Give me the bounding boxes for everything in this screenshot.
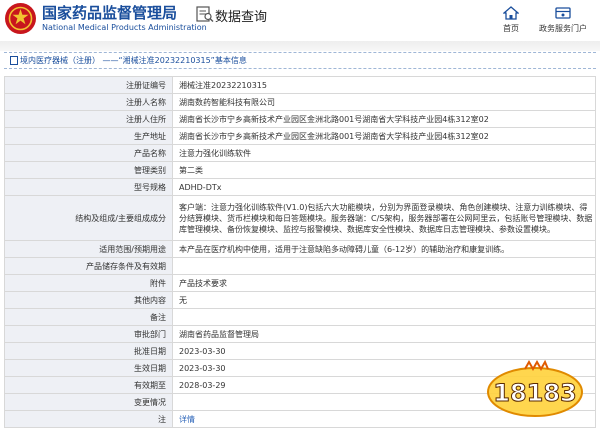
nav-home[interactable]: 首页 [503, 6, 519, 34]
row-value: 湘械注准20232210315 [172, 76, 596, 94]
row-label: 生效日期 [4, 359, 173, 377]
national-emblem-logo-icon[interactable] [4, 2, 37, 35]
row-value [172, 308, 596, 326]
row-value: 产品技术要求 [172, 274, 596, 292]
row-label: 注册人住所 [4, 110, 173, 128]
info-row: 产品名称 注意力强化训练软件 [4, 144, 596, 162]
row-value: 湖南省长沙市宁乡高新技术产业园区金洲北路001号湖南省大学科技产业园4栋312室… [172, 110, 596, 128]
info-row: 结构及组成/主要组成成分 客户端：注意力强化训练软件(V1.0)包括六大功能模块，… [4, 195, 596, 241]
row-value [172, 257, 596, 275]
site-name-cn[interactable]: 国家药品监督管理局 [42, 2, 177, 23]
watermark-text: 18183 [493, 379, 577, 407]
row-label: 管理类别 [4, 161, 173, 179]
data-query-icon [196, 6, 214, 22]
row-label: 注册人名称 [4, 93, 173, 111]
row-label: 其他内容 [4, 291, 173, 309]
row-label: 适用范围/预期用途 [4, 240, 173, 258]
row-label: 附件 [4, 274, 173, 292]
row-value: 湖南数药智能科技有限公司 [172, 93, 596, 111]
row-value: 本产品在医疗机构中使用，适用于注意缺陷多动障碍儿童（6-12岁）的辅助治疗和康复… [172, 240, 596, 258]
breadcrumb-document-icon [10, 56, 18, 65]
row-value: 客户端：注意力强化训练软件(V1.0)包括六大功能模块，分别为界面登录模块、角色… [172, 195, 596, 241]
row-label: 审批部门 [4, 325, 173, 343]
info-row: 注册证编号 湘械注准20232210315 [4, 76, 596, 94]
info-row: 备注 [4, 308, 596, 326]
row-label: 型号规格 [4, 178, 173, 196]
info-row: 批准日期 2023-03-30 [4, 342, 596, 360]
site-name-en: National Medical Products Administration [42, 23, 207, 32]
row-value: 湖南省长沙市宁乡高新技术产业园区金洲北路001号湖南省大学科技产业园4栋312室… [172, 127, 596, 145]
row-label: 产品名称 [4, 144, 173, 162]
row-label: 批准日期 [4, 342, 173, 360]
section-title: 数据查询 [215, 10, 268, 25]
info-row: 注册人名称 湖南数药智能科技有限公司 [4, 93, 596, 111]
info-row: 产品储存条件及有效期 [4, 257, 596, 275]
home-icon [503, 6, 519, 20]
nav-service-label: 政务服务门户 [539, 24, 587, 33]
row-value: 湖南省药品监督管理局 [172, 325, 596, 343]
nav-service-portal[interactable]: 政务服务门户 [539, 6, 587, 34]
site-header: 国家药品监督管理局 National Medical Products Admi… [0, 0, 600, 41]
row-label: 产品储存条件及有效期 [4, 257, 173, 275]
info-row: 注册人住所 湖南省长沙市宁乡高新技术产业园区金洲北路001号湖南省大学科技产业园4… [4, 110, 596, 128]
nav-home-label: 首页 [503, 24, 519, 33]
row-value: ADHD-DTx [172, 178, 596, 196]
row-label: 注册证编号 [4, 76, 173, 94]
header-divider-band [0, 41, 600, 51]
info-row: 审批部门 湖南省药品监督管理局 [4, 325, 596, 343]
watermark-logo: 18183 [487, 360, 583, 417]
row-value: 注意力强化训练软件 [172, 144, 596, 162]
row-label: 注 [4, 410, 173, 428]
row-label: 生产地址 [4, 127, 173, 145]
row-value: 2023-03-30 [172, 342, 596, 360]
row-label: 有效期至 [4, 376, 173, 394]
info-row: 生产地址 湖南省长沙市宁乡高新技术产业园区金洲北路001号湖南省大学科技产业园4栋… [4, 127, 596, 145]
info-row: 适用范围/预期用途 本产品在医疗机构中使用，适用于注意缺陷多动障碍儿童（6-12岁… [4, 240, 596, 258]
service-portal-icon [555, 7, 571, 19]
row-label: 备注 [4, 308, 173, 326]
breadcrumb-text: 境内医疗器械（注册） ——“湘械注准20232210315”基本信息 [20, 56, 247, 65]
row-value: 无 [172, 291, 596, 309]
breadcrumb: 境内医疗器械（注册） ——“湘械注准20232210315”基本信息 [4, 52, 596, 69]
info-row: 附件 产品技术要求 [4, 274, 596, 292]
row-value: 第二类 [172, 161, 596, 179]
info-row: 型号规格 ADHD-DTx [4, 178, 596, 196]
info-row: 管理类别 第二类 [4, 161, 596, 179]
row-label: 变更情况 [4, 393, 173, 411]
info-row: 其他内容无 [4, 291, 596, 309]
row-label: 结构及组成/主要组成成分 [4, 195, 173, 241]
